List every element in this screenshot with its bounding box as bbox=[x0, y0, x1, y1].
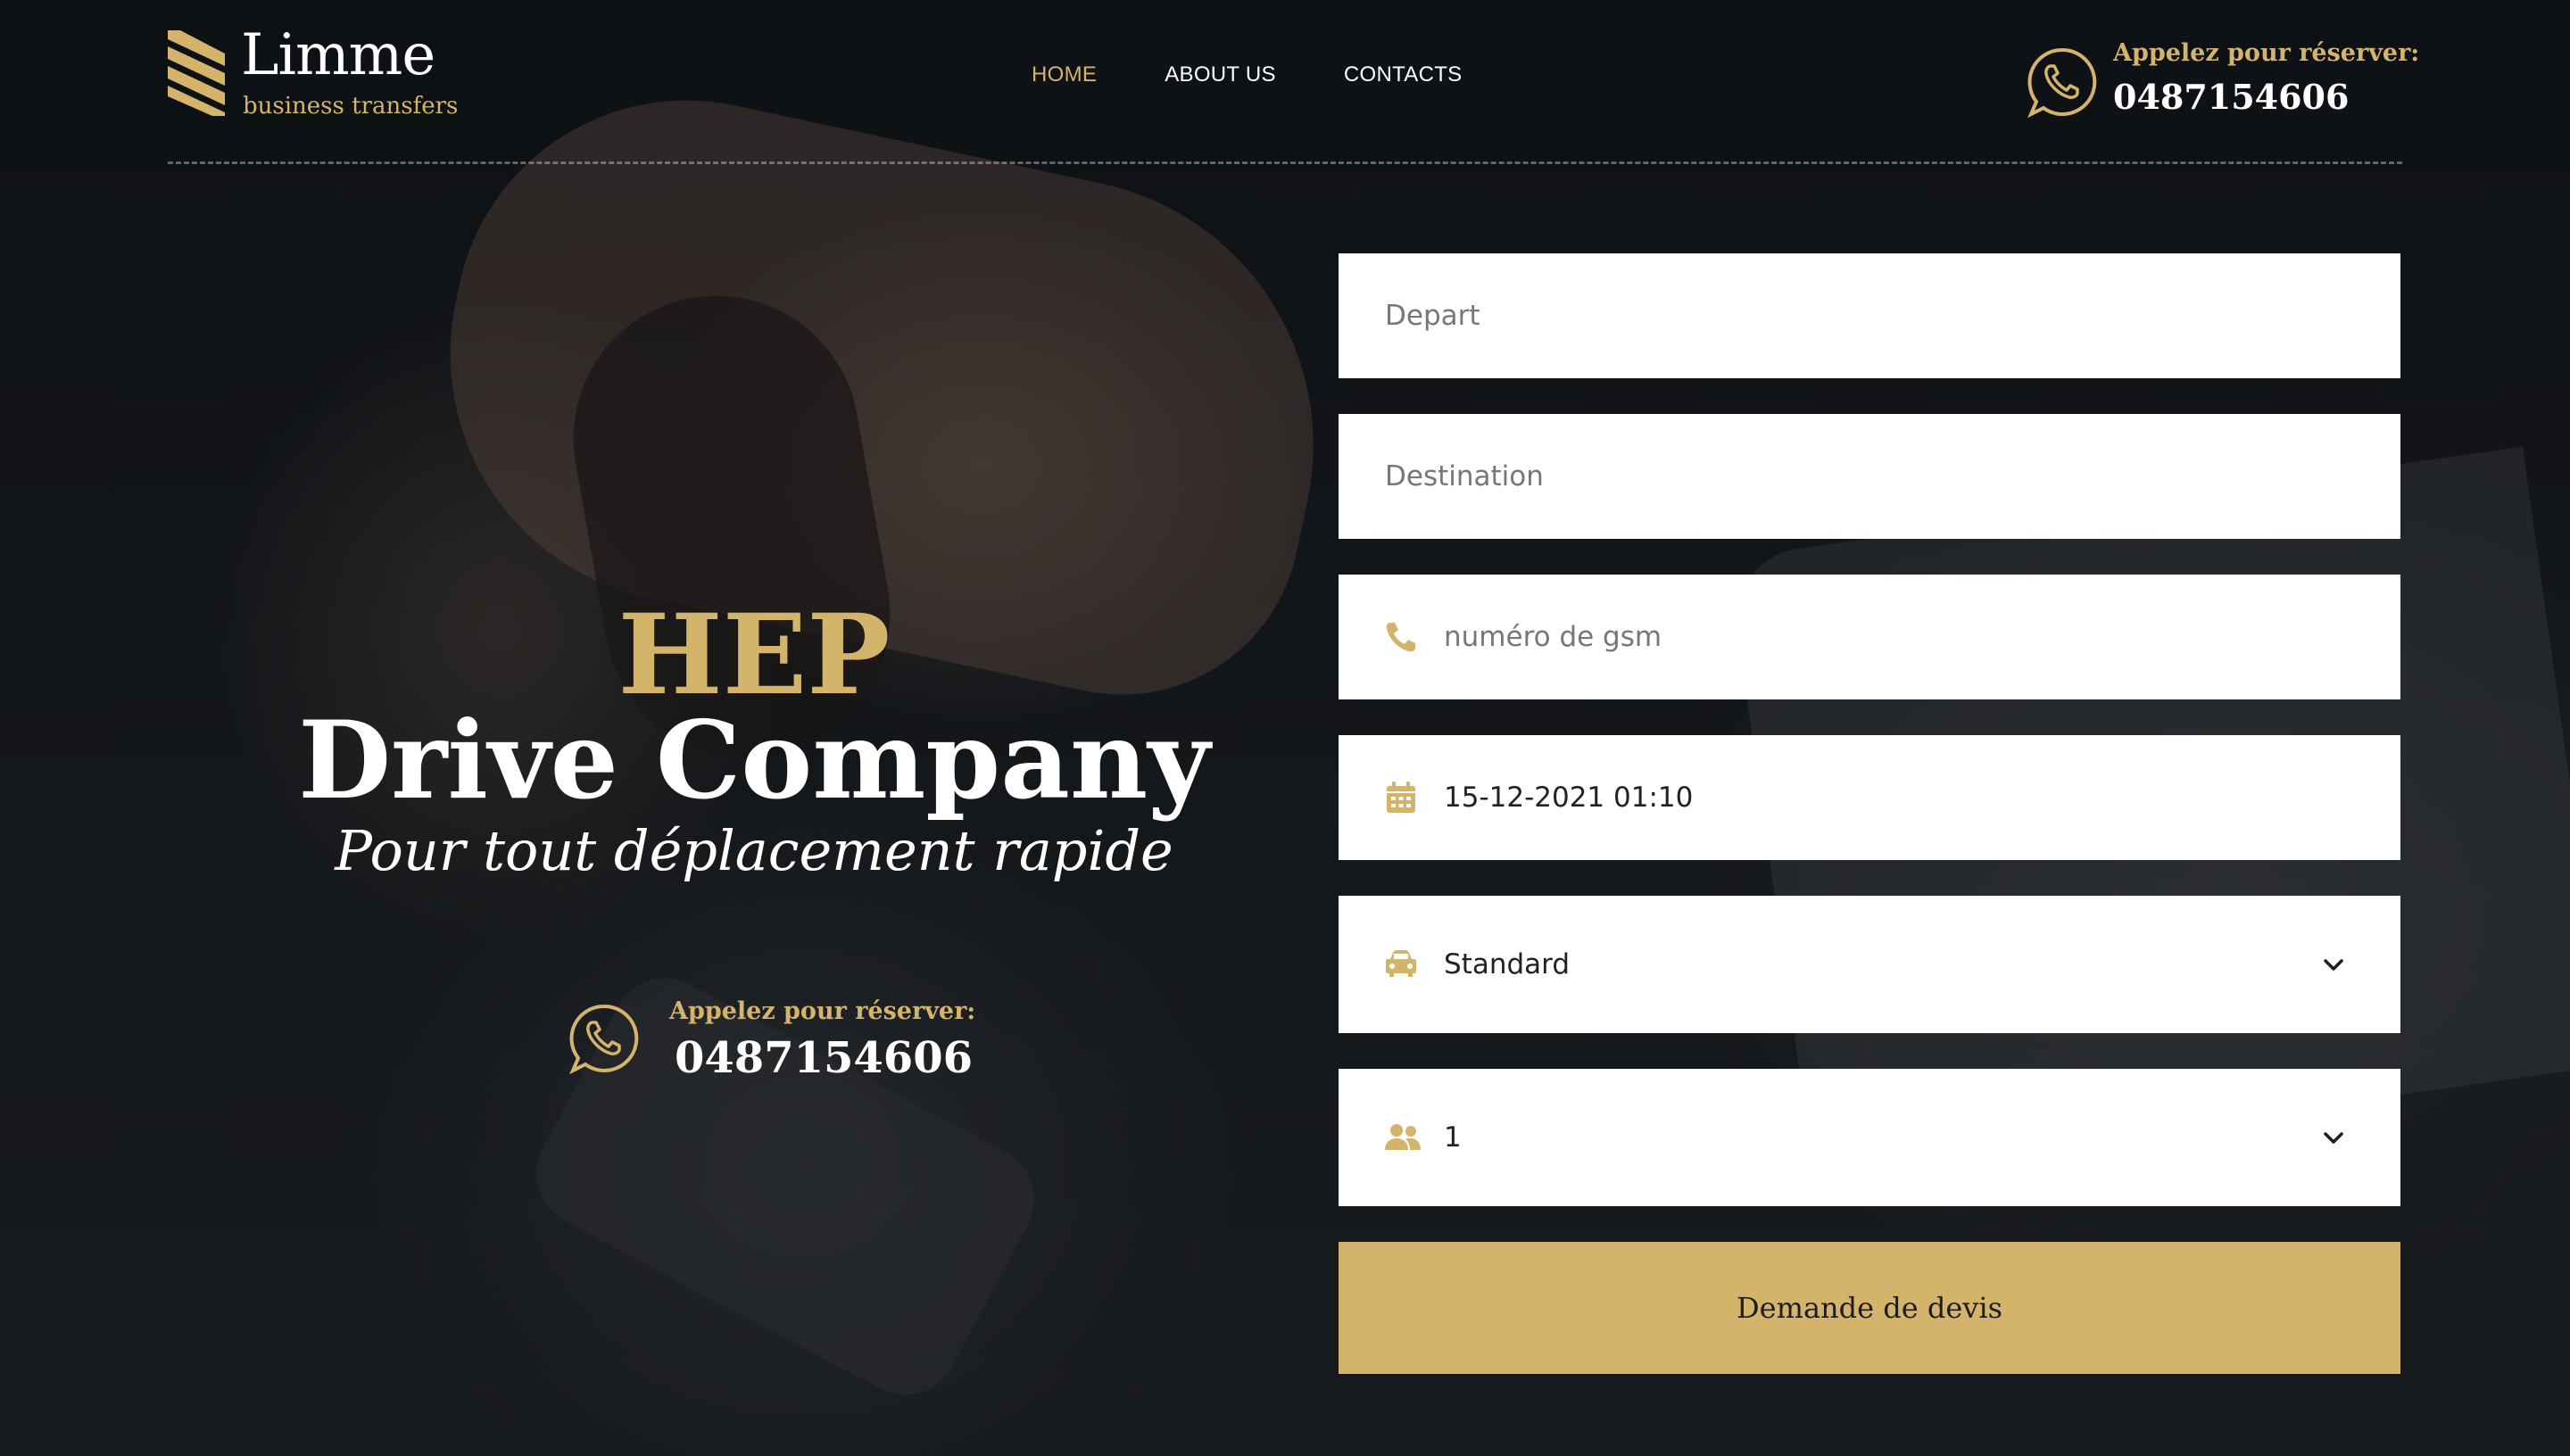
datetime-field-wrapper bbox=[1339, 735, 2400, 860]
hero-call-number[interactable]: 0487154606 bbox=[675, 1033, 973, 1083]
request-quote-button[interactable]: Demande de devis bbox=[1339, 1242, 2400, 1374]
depart-field-wrapper bbox=[1339, 253, 2400, 378]
nav-home[interactable]: HOME bbox=[1032, 62, 1097, 87]
whatsapp-phone-icon bbox=[569, 1004, 639, 1075]
header-divider bbox=[168, 161, 2402, 164]
phone-icon bbox=[1386, 623, 1415, 652]
hero-call-label: Appelez pour réserver: bbox=[669, 997, 976, 1025]
depart-input[interactable] bbox=[1339, 253, 2400, 378]
chevron-down-icon bbox=[2324, 1132, 2343, 1144]
destination-input[interactable] bbox=[1339, 414, 2400, 539]
passengers-select-value: 1 bbox=[1444, 1121, 1462, 1154]
brand-name[interactable]: Limme bbox=[241, 27, 435, 84]
booking-form: Standard 1 Demande de devis bbox=[1339, 253, 2400, 1374]
phone-input[interactable] bbox=[1339, 575, 2400, 699]
header-call-label: Appelez pour réserver: bbox=[2113, 39, 2420, 67]
calendar-icon bbox=[1387, 782, 1415, 813]
main-nav: HOME ABOUT US CONTACTS bbox=[1032, 62, 1530, 87]
datetime-input[interactable] bbox=[1339, 735, 2400, 860]
car-icon bbox=[1386, 950, 1416, 977]
site-header: Limme business transfers HOME ABOUT US C… bbox=[168, 0, 2419, 164]
hero-call-block[interactable]: Appelez pour réserver: 0487154606 bbox=[566, 990, 976, 1088]
hero-title: Drive Company bbox=[298, 698, 1210, 824]
stripes-logo-icon bbox=[168, 30, 225, 116]
passengers-select[interactable]: 1 bbox=[1339, 1069, 2400, 1206]
vehicle-select-value: Standard bbox=[1444, 948, 1571, 980]
hero-kicker: HEP bbox=[618, 591, 891, 720]
nav-about-us[interactable]: ABOUT US bbox=[1165, 62, 1276, 87]
header-call-number[interactable]: 0487154606 bbox=[2113, 77, 2349, 117]
chevron-down-icon bbox=[2324, 959, 2343, 971]
phone-field-wrapper bbox=[1339, 575, 2400, 699]
nav-contacts[interactable]: CONTACTS bbox=[1344, 62, 1463, 87]
vehicle-select[interactable]: Standard bbox=[1339, 896, 2400, 1033]
hero-text: HEP Drive Company Pour tout déplacement … bbox=[268, 591, 1240, 884]
users-icon bbox=[1385, 1124, 1421, 1150]
hero-tagline: Pour tout déplacement rapide bbox=[335, 818, 1173, 884]
header-call-block[interactable]: Appelez pour réserver: 0487154606 bbox=[2024, 36, 2419, 134]
whatsapp-phone-icon bbox=[2027, 47, 2097, 119]
brand-tagline: business transfers bbox=[243, 93, 459, 120]
destination-field-wrapper bbox=[1339, 414, 2400, 539]
